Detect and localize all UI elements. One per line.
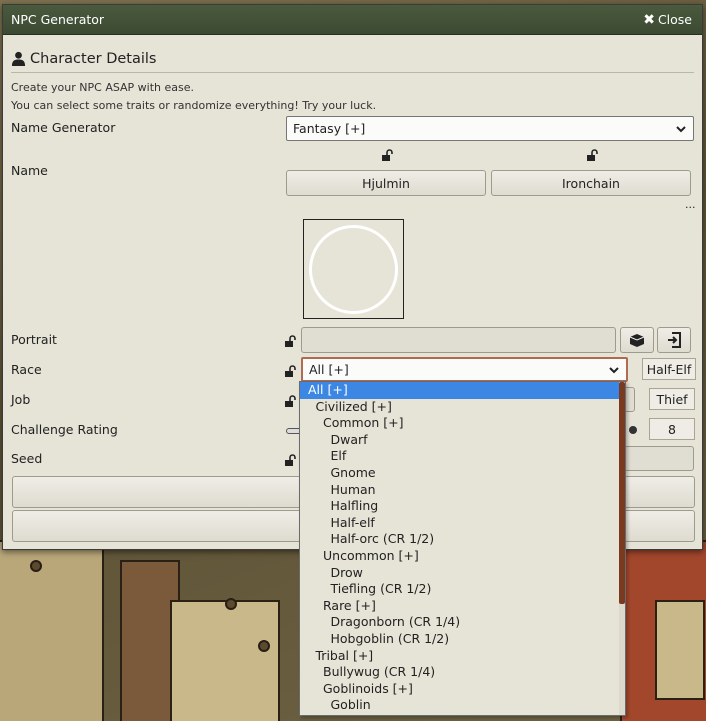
race-option[interactable]: Half-orc (CR 1/2) (300, 531, 625, 548)
name-generator-select[interactable]: Fantasy [+] (286, 116, 694, 141)
portrait-placeholder (309, 224, 398, 314)
race-option[interactable]: Dragonborn (CR 1/4) (300, 614, 625, 631)
race-option[interactable]: All [+] (300, 382, 625, 399)
race-option[interactable]: Common [+] (300, 415, 625, 432)
portrait-preview (303, 219, 404, 319)
description: Create your NPC ASAP with ease. You can … (11, 79, 694, 115)
close-button[interactable]: ✖ Close (643, 12, 692, 28)
race-dropdown-list[interactable]: All [+] Civilized [+] Common [+] Dwarf Elf Gn… (299, 381, 626, 716)
race-option[interactable]: Halfling (300, 498, 625, 515)
race-option[interactable]: Tribal [+] (300, 648, 625, 665)
race-label: Race (11, 362, 42, 377)
race-option[interactable]: Drow (300, 565, 625, 582)
name-label: Name (11, 163, 48, 178)
slider-handle[interactable] (629, 426, 637, 434)
job-label: Job (11, 392, 31, 407)
unlock-icon[interactable] (284, 335, 297, 348)
unlock-icon[interactable] (381, 149, 394, 162)
race-option[interactable]: Civilized [+] (300, 399, 625, 416)
chevron-down-icon (676, 125, 686, 132)
challenge-rating-label: Challenge Rating (11, 422, 118, 437)
close-label: Close (657, 12, 692, 27)
map-tile (170, 600, 280, 721)
scrollbar-thumb[interactable] (619, 382, 625, 604)
challenge-rating-value[interactable]: 8 (649, 418, 695, 440)
seed-label: Seed (11, 451, 43, 466)
race-option[interactable]: Tiefling (CR 1/2) (300, 581, 625, 598)
race-option[interactable]: Goblinoids [+] (300, 681, 625, 698)
unlock-icon[interactable] (284, 395, 297, 408)
unlock-icon[interactable] (284, 454, 297, 467)
chevron-down-icon (609, 366, 619, 373)
map-rock (258, 640, 270, 652)
section-header: Character Details (11, 45, 694, 73)
name-generator-label: Name Generator (11, 120, 116, 135)
first-name-button[interactable]: Hjulmin (286, 170, 486, 196)
race-option[interactable]: Uncommon [+] (300, 548, 625, 565)
portrait-box-button[interactable] (620, 327, 654, 353)
race-result[interactable]: Half-Elf (642, 358, 696, 380)
unlock-icon[interactable] (284, 365, 297, 378)
race-select[interactable]: All [+] (301, 357, 628, 382)
race-option[interactable]: Gnome (300, 465, 625, 482)
race-option[interactable]: Half-elf (300, 515, 625, 532)
portrait-import-button[interactable] (657, 327, 691, 353)
race-option[interactable]: Rare [+] (300, 598, 625, 615)
race-option[interactable]: Dwarf (300, 432, 625, 449)
section-title: Character Details (30, 50, 157, 67)
unlock-icon[interactable] (586, 149, 599, 162)
last-name-button[interactable]: Ironchain (491, 170, 691, 196)
more-options[interactable]: ... (685, 198, 696, 211)
race-option[interactable]: Elf (300, 448, 625, 465)
seed-input[interactable] (623, 446, 694, 471)
race-option[interactable]: Human (300, 482, 625, 499)
dialog-titlebar[interactable]: NPC Generator ✖ Close (3, 5, 702, 35)
race-select-value: All [+] (309, 362, 349, 377)
box-icon (629, 334, 645, 347)
map-tile (0, 540, 104, 721)
user-icon (11, 51, 26, 66)
race-option[interactable]: Hobgoblin (CR 1/2) (300, 631, 625, 648)
dropdown-scrollbar[interactable] (619, 382, 625, 715)
race-option[interactable]: Goblin (300, 697, 625, 714)
name-generator-value: Fantasy [+] (293, 121, 366, 136)
portrait-label: Portrait (11, 332, 57, 347)
description-line: Create your NPC ASAP with ease. (11, 81, 195, 94)
race-option[interactable]: Bullywug (CR 1/4) (300, 664, 625, 681)
import-icon (668, 332, 681, 348)
portrait-input[interactable] (301, 327, 616, 353)
description-line: You can select some traits or randomize … (11, 99, 377, 112)
close-icon: ✖ (643, 11, 655, 28)
map-tile (655, 600, 705, 700)
job-result[interactable]: Thief (649, 388, 695, 410)
race-options: All [+] Civilized [+] Common [+] Dwarf Elf Gn… (300, 382, 625, 714)
map-rock (30, 560, 42, 572)
map-rock (225, 598, 237, 610)
dialog-title: NPC Generator (11, 12, 105, 27)
